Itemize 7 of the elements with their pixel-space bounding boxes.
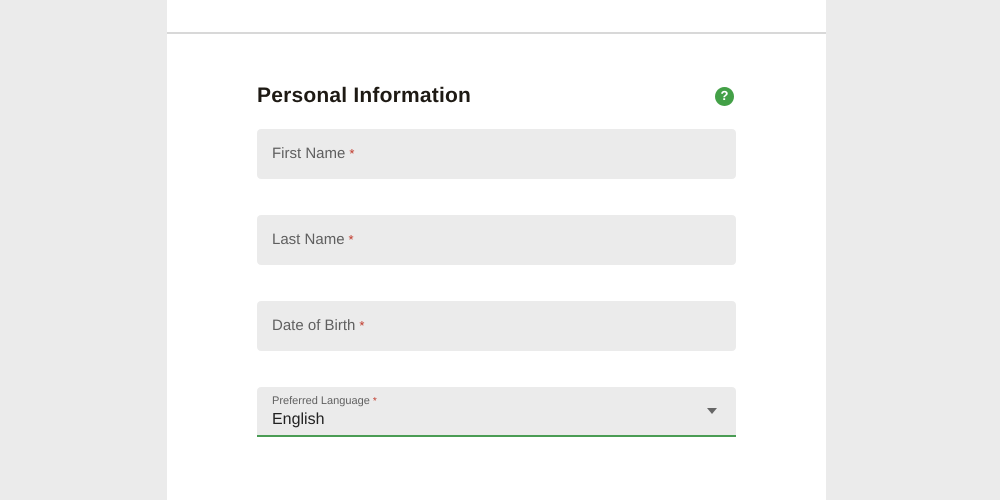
input-field[interactable]: Date of Birth * bbox=[257, 301, 736, 351]
caret-icon bbox=[707, 408, 717, 414]
input-field[interactable]: Last Name * bbox=[257, 215, 736, 265]
help-icon[interactable]: ? bbox=[715, 86, 734, 106]
section-title: Personal Information bbox=[257, 83, 472, 110]
dropdown-field[interactable]: Preferred Language * English bbox=[257, 387, 736, 437]
input-field[interactable]: First Name * bbox=[257, 129, 736, 179]
